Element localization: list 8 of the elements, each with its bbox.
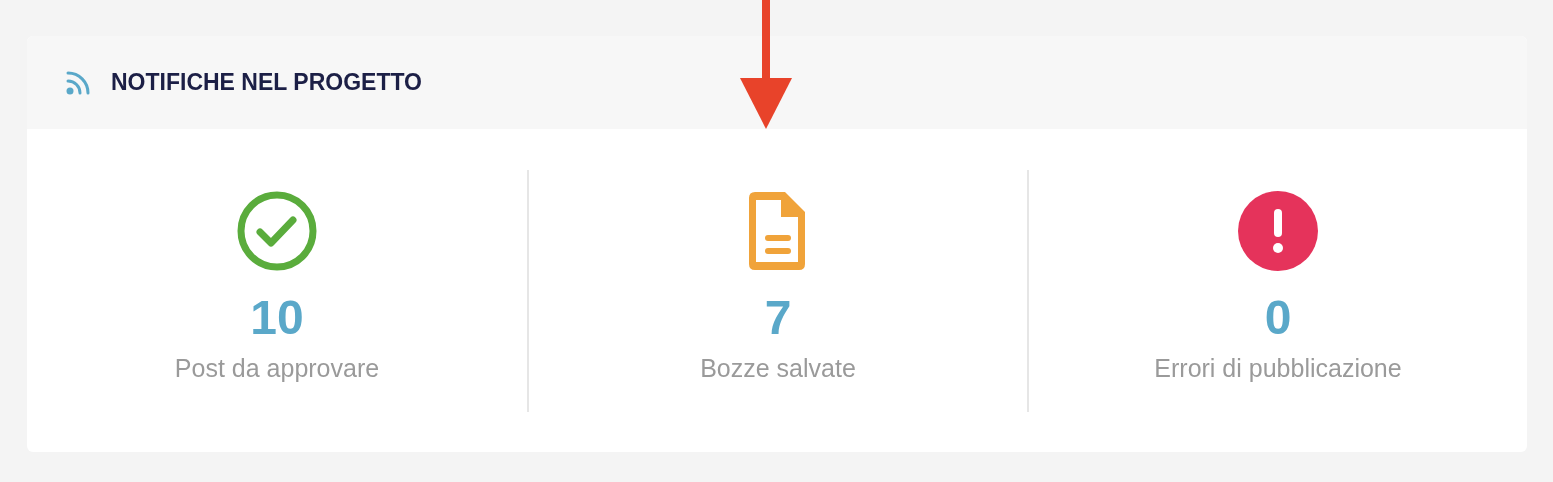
stat-count: 10 (250, 290, 304, 346)
stat-count: 0 (1264, 290, 1292, 346)
stat-count: 7 (764, 290, 792, 346)
stat-label: Errori di pubblicazione (1154, 354, 1402, 383)
panel-title: NOTIFICHE NEL PROGETTO (111, 69, 422, 96)
stat-label: Post da approvare (174, 354, 380, 383)
stat-label: Bozze salvate (700, 354, 856, 383)
rss-icon (65, 69, 91, 96)
